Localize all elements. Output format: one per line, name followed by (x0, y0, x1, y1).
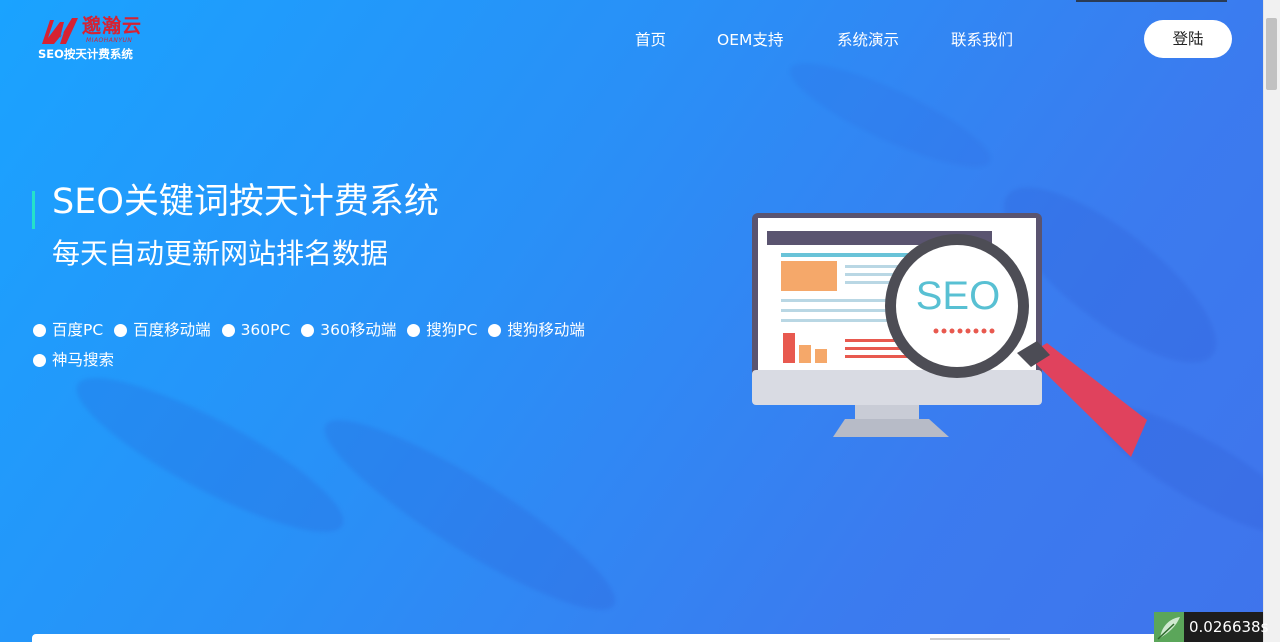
engine-label: 360移动端 (320, 321, 397, 339)
monitor-stand (833, 419, 949, 437)
engine-item: 搜狗PC (407, 320, 477, 340)
bar-orange (799, 345, 811, 363)
engine-label: 神马搜索 (52, 351, 115, 369)
title-accent-bar (32, 191, 35, 229)
screen-line (781, 299, 896, 302)
bar-red (783, 333, 795, 363)
engine-label: 搜狗PC (426, 321, 478, 339)
logo-tagline: SEO按天计费系统 (38, 47, 133, 61)
leaf-icon (1154, 612, 1184, 642)
nav-item-demo[interactable]: 系统演示 (837, 30, 899, 50)
scrollbar-thumb[interactable] (1266, 18, 1277, 90)
screen-orange-block (781, 261, 837, 291)
engine-item: 搜狗移动端 (488, 320, 585, 340)
bullet-dot-icon (407, 323, 421, 337)
engine-item: 百度移动端 (114, 320, 211, 340)
monitor-chin (752, 370, 1042, 405)
logo-brand-cn: 邈瀚云 (82, 15, 143, 37)
monitor-neck (855, 405, 919, 419)
magnifier-handle (1027, 343, 1147, 457)
logo-brand-en: MIAOHANYUN (86, 37, 133, 44)
engine-label: 360PC (240, 321, 291, 339)
engine-item: 百度PC (33, 320, 103, 340)
engine-item: 360移动端 (301, 320, 396, 340)
hero-subtitle: 每天自动更新网站排名数据 (52, 237, 389, 270)
bullet-dot-icon (114, 323, 128, 337)
screen-line (781, 309, 896, 312)
logo-mark-icon (42, 18, 78, 44)
engine-label: 百度PC (52, 321, 104, 339)
engine-label: 百度移动端 (133, 321, 211, 339)
site-logo[interactable]: 邈瀚云 MIAOHANYUN SEO按天计费系统 (38, 14, 148, 64)
hero-title: SEO关键词按天计费系统 (52, 182, 439, 222)
load-time-value: 0.026638s (1189, 618, 1269, 636)
site-header: 邈瀚云 MIAOHANYUN SEO按天计费系统 首页 OEM支持 系统演示 联… (0, 0, 1263, 80)
bullet-dot-icon (33, 353, 46, 367)
card-divider (930, 638, 1010, 640)
content-card-top (32, 634, 1263, 642)
bullet-dot-icon (221, 323, 235, 337)
bullet-dot-icon (488, 323, 502, 337)
bullet-dot-icon (301, 323, 315, 337)
bullet-dot-icon (33, 323, 46, 337)
nav-item-oem[interactable]: OEM支持 (717, 30, 783, 50)
seo-monitor-illustration: SEO (752, 213, 1147, 457)
page-scrollbar[interactable] (1263, 0, 1280, 642)
load-timer-badge: 0.026638s (1154, 612, 1268, 642)
engine-item: 360PC (221, 320, 291, 340)
nav-item-home[interactable]: 首页 (635, 30, 666, 50)
nav-item-contact[interactable]: 联系我们 (951, 30, 1013, 50)
engine-label: 搜狗移动端 (507, 321, 585, 339)
bar-orange (815, 349, 827, 363)
engine-list-row-2: 神马搜索 (33, 350, 120, 370)
engine-list-row-1: 百度PC 百度移动端 360PC 360移动端 搜狗PC 搜狗移动端 (33, 320, 591, 340)
magnifier-seo-text: SEO (916, 274, 1000, 318)
engine-item: 神马搜索 (33, 350, 114, 370)
decorative-streak (61, 353, 359, 557)
login-button[interactable]: 登陆 (1144, 20, 1232, 58)
screen-line (781, 319, 896, 322)
decorative-streak (307, 395, 633, 635)
